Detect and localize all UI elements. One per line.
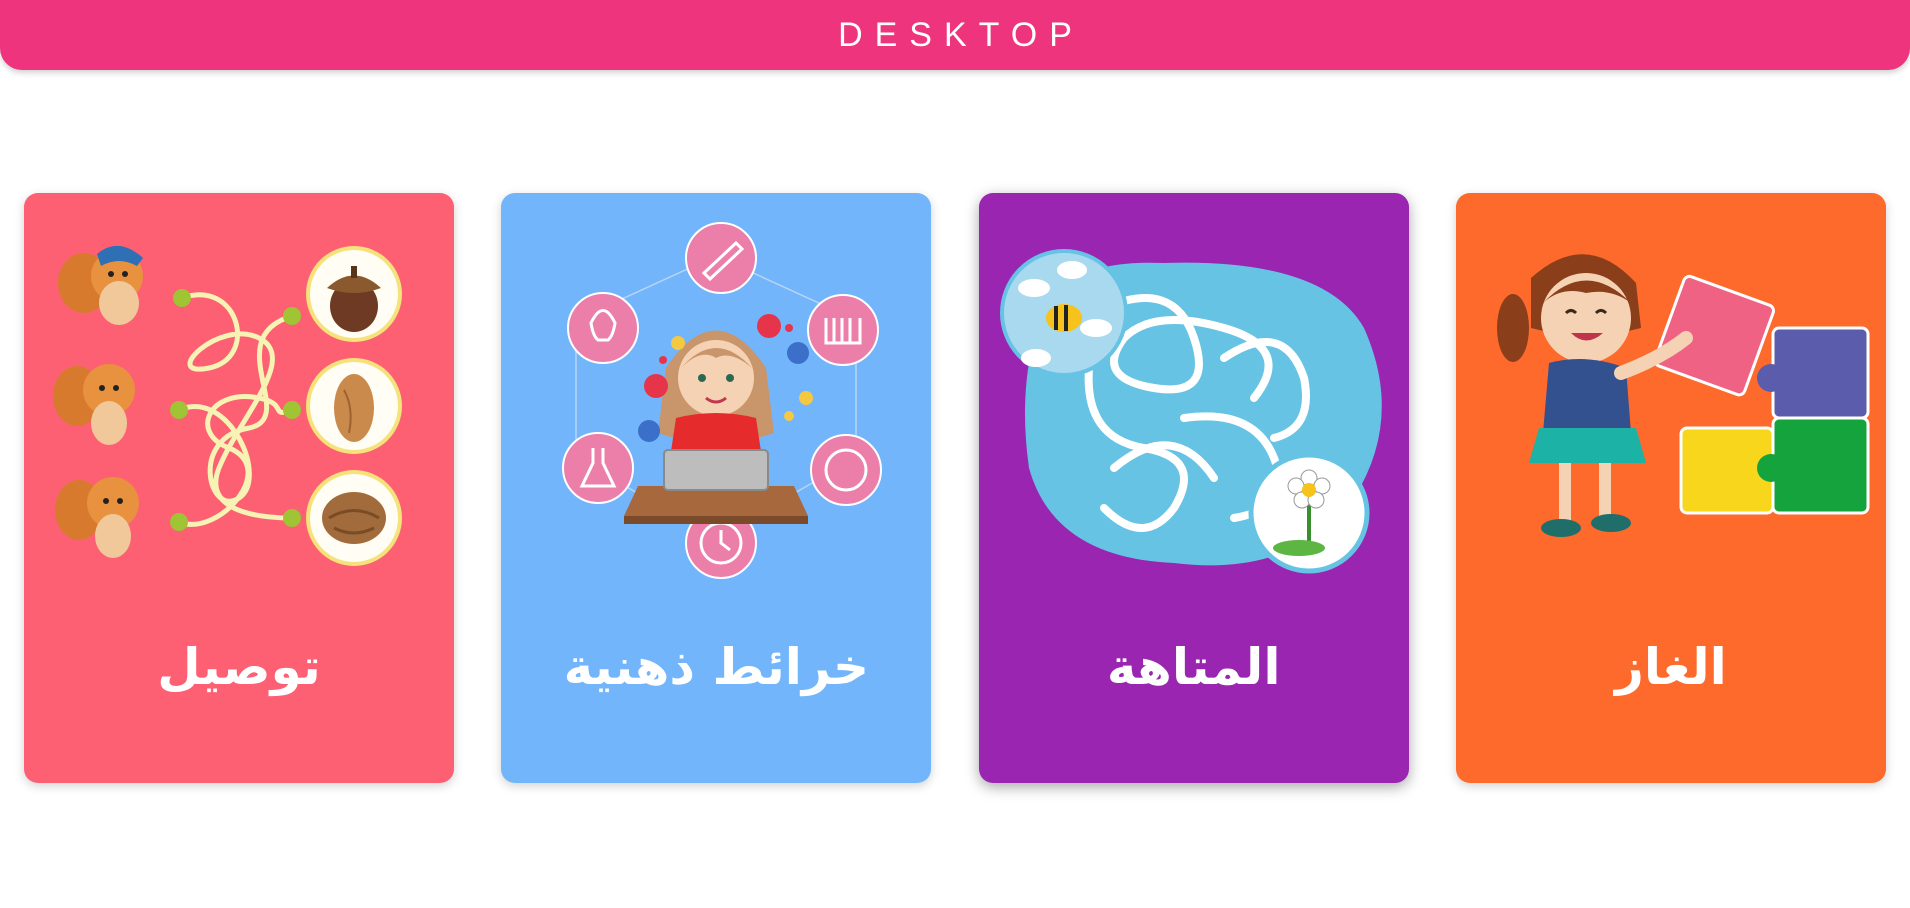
squirrels-nuts-matching-illustration	[53, 245, 402, 566]
card-label-puzzles: الغاز	[1615, 638, 1727, 696]
card-puzzles[interactable]: الغاز	[1455, 193, 1886, 783]
card-mind-maps[interactable]: خرائط ذهنية	[501, 193, 932, 783]
bee-flower-maze-illustration	[999, 249, 1382, 574]
card-matching[interactable]: توصيل	[24, 193, 454, 783]
top-header-bar: DESKTOP	[0, 0, 1910, 70]
card-label-matching: توصيل	[157, 638, 321, 696]
card-label-maze: المتاهة	[1106, 638, 1281, 696]
activity-cards: توصيل خرائط ذهنية المتاهة الغاز	[24, 193, 1886, 783]
card-maze[interactable]: المتاهة	[978, 193, 1409, 783]
girl-jigsaw-puzzle-illustration	[1496, 254, 1870, 537]
header-title: DESKTOP	[838, 15, 1084, 54]
girl-laptop-mind-map-illustration	[562, 222, 883, 579]
card-label-mind-maps: خرائط ذهنية	[563, 638, 870, 696]
